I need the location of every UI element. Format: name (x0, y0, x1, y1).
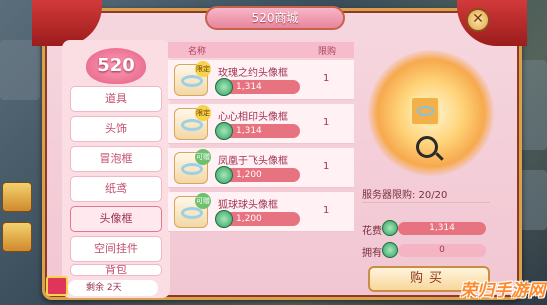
category-tab-avatar-frame[interactable]: 头像框 (70, 206, 162, 232)
category-tab-space-pendant[interactable]: 空间挂件 (70, 236, 162, 262)
hud-button[interactable] (2, 222, 32, 252)
avatar-frame-thumbnail: 可赠 (174, 193, 211, 228)
purchase-limit: 1 (323, 73, 330, 84)
table-row[interactable]: 限定 心心相印头像框 1,314 1 (168, 104, 354, 144)
item-name: 心心相印头像框 (218, 112, 288, 123)
price-bar: 1,314 (215, 78, 300, 96)
frame-ring-icon (417, 106, 434, 116)
purchase-limit: 1 (323, 205, 330, 216)
giftable-tag: 可赠 (195, 193, 211, 209)
magnifier-icon[interactable] (416, 136, 438, 158)
table-row[interactable]: 可赠 狐球球头像框 1,200 1 (168, 192, 354, 232)
purchase-limit: 1 (323, 117, 330, 128)
cost-value: 1,314 (398, 222, 486, 235)
gift-icon (46, 276, 68, 296)
column-limit-header: 限购 (318, 47, 337, 57)
window-title: 520商城 (205, 6, 345, 30)
coin-icon (382, 220, 398, 236)
price-bar: 1,314 (215, 122, 300, 140)
coin-icon (215, 166, 233, 184)
frame-ring-icon (181, 207, 203, 219)
item-price: 1,314 (236, 126, 262, 136)
event-badge: 520 (86, 48, 146, 84)
item-name: 狐球球头像框 (218, 200, 278, 211)
hud-button[interactable] (2, 182, 32, 212)
frame-ring-icon (181, 75, 203, 87)
close-icon[interactable]: ✕ (466, 8, 490, 32)
coin-icon (215, 78, 233, 96)
divider (362, 202, 490, 203)
remaining-days: 剩余 2天 (68, 280, 158, 296)
item-name: 凤凰于飞头像框 (218, 156, 288, 167)
price-bar: 1,200 (215, 210, 300, 228)
server-limit: 服务器限购: 20/20 (362, 190, 448, 201)
avatar-frame-thumbnail: 限定 (174, 61, 211, 96)
table-row[interactable]: 可赠 凤凰于飞头像框 1,200 1 (168, 148, 354, 188)
frame-ring-icon (181, 163, 203, 175)
watermark: 荣归手游网 (460, 281, 545, 301)
owned-value: 0 (398, 244, 486, 257)
category-tab-headwear[interactable]: 头饰 (70, 116, 162, 142)
category-tab-props[interactable]: 道具 (70, 86, 162, 112)
scenery-block (0, 40, 40, 100)
item-price: 1,200 (236, 214, 262, 224)
item-name: 玫瑰之约头像框 (218, 68, 288, 79)
price-bar: 1,200 (215, 166, 300, 184)
category-tab-kite[interactable]: 纸鸢 (70, 176, 162, 202)
category-tab-bubble-frame[interactable]: 冒泡框 (70, 146, 162, 172)
coin-icon (215, 210, 233, 228)
avatar-frame-thumbnail: 限定 (174, 105, 211, 140)
coin-icon (382, 242, 398, 258)
cost-label: 花费 (362, 226, 382, 237)
limited-tag: 限定 (195, 61, 211, 77)
item-price: 1,200 (236, 170, 262, 180)
frame-ring-icon (181, 119, 203, 131)
item-price: 1,314 (236, 82, 262, 92)
table-row[interactable]: 限定 玫瑰之约头像框 1,314 1 (168, 60, 354, 100)
column-name-header: 名称 (188, 47, 207, 57)
table-header: 名称 限购 (168, 42, 354, 58)
giftable-tag: 可赠 (195, 149, 211, 165)
selected-item-preview (410, 96, 440, 126)
avatar-frame-thumbnail: 可赠 (174, 149, 211, 184)
category-tab-backpack[interactable]: 背包 (70, 264, 162, 276)
owned-label: 拥有 (362, 248, 382, 259)
purchase-limit: 1 (323, 161, 330, 172)
coin-icon (215, 122, 233, 140)
limited-tag: 限定 (195, 105, 211, 121)
